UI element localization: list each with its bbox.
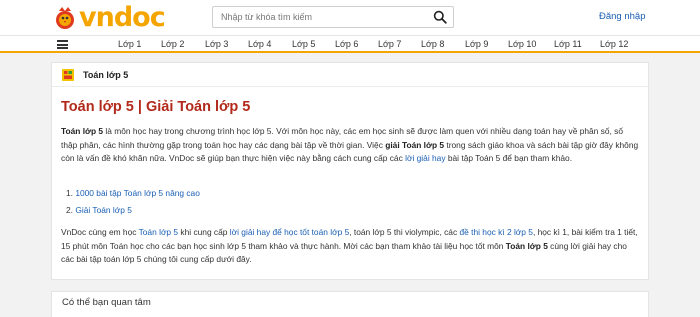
nav-item-lop-3[interactable]: Lớp 3 [205,38,228,51]
breadcrumb-label[interactable]: Toán lớp 5 [83,69,128,81]
intro-bold-start: Toán lớp 5 [61,126,104,136]
list-number: 1. [66,188,73,198]
list-number: 2. [66,205,73,215]
hamburger-menu-icon[interactable] [57,40,68,49]
de-thi-hoc-ki-2-link[interactable]: đề thi học kì 2 lớp 5 [459,227,532,237]
top-header: vndoc Đăng nhập [0,0,700,35]
nav-item-lop-12[interactable]: Lớp 12 [600,38,628,51]
list-item: 1. 1000 bài tập Toán lớp 5 nâng cao [66,187,200,199]
search-icon[interactable] [433,10,447,24]
article-card: Toán lớp 5 Toán lớp 5 | Giải Toán lớp 5 … [51,62,649,280]
nav-item-lop-10[interactable]: Lớp 10 [508,38,536,51]
nav-item-lop-9[interactable]: Lớp 9 [465,38,488,51]
grade-nav: Lớp 1 Lớp 2 Lớp 3 Lớp 4 Lớp 5 Lớp 6 Lớp … [0,35,700,53]
intro-bold-mid: giải Toán lớp 5 [385,139,445,150]
list-link-giai-toan[interactable]: Giải Toán lớp 5 [75,205,132,215]
search-box [212,6,454,28]
related-card: Có thể bạn quan tâm [51,291,649,317]
list-link-1000-bai-tap[interactable]: 1000 bài tập Toán lớp 5 nâng cao [75,188,200,198]
loi-giai-hay-hoc-tot-link[interactable]: lời giải hay để học tốt toán lớp 5 [230,227,349,237]
list-item: 2. Giải Toán lớp 5 [66,204,132,216]
logo-text: vndoc [79,2,166,33]
page-title: Toán lớp 5 | Giải Toán lớp 5 [61,99,251,115]
toan-lop-5-link[interactable]: Toán lớp 5 [139,227,178,237]
rooster-mascot-icon [56,7,74,29]
search-input[interactable] [213,7,428,27]
nav-item-lop-7[interactable]: Lớp 7 [378,38,401,51]
nav-item-lop-2[interactable]: Lớp 2 [161,38,184,51]
related-title: Có thể bạn quan tâm [62,297,151,308]
body-bold: Toán lớp 5 [505,240,548,251]
nav-item-lop-8[interactable]: Lớp 8 [421,38,444,51]
body-text-2: khi cung cấp [178,227,230,237]
nav-item-lop-6[interactable]: Lớp 6 [335,38,358,51]
intro-text-3: bài tập Toán 5 để bạn tham khảo. [445,153,573,163]
intro-paragraph: Toán lớp 5 là môn học hay trong chương t… [61,125,639,166]
nav-item-lop-11[interactable]: Lớp 11 [554,38,582,51]
book-category-icon [62,69,74,81]
nav-item-lop-1[interactable]: Lớp 1 [118,38,141,51]
nav-item-lop-4[interactable]: Lớp 4 [248,38,271,51]
site-logo[interactable]: vndoc [52,2,166,33]
nav-item-lop-5[interactable]: Lớp 5 [292,38,315,51]
login-link[interactable]: Đăng nhập [599,11,645,22]
body-text-1: VnDoc cùng em học [61,227,139,237]
breadcrumb: Toán lớp 5 [52,63,648,87]
body-text-3: , toán lớp 5 thi violympic, các [349,227,460,237]
loi-giai-hay-link[interactable]: lời giải hay [405,153,445,163]
body-paragraph: VnDoc cùng em học Toán lớp 5 khi cung cấ… [61,226,639,267]
